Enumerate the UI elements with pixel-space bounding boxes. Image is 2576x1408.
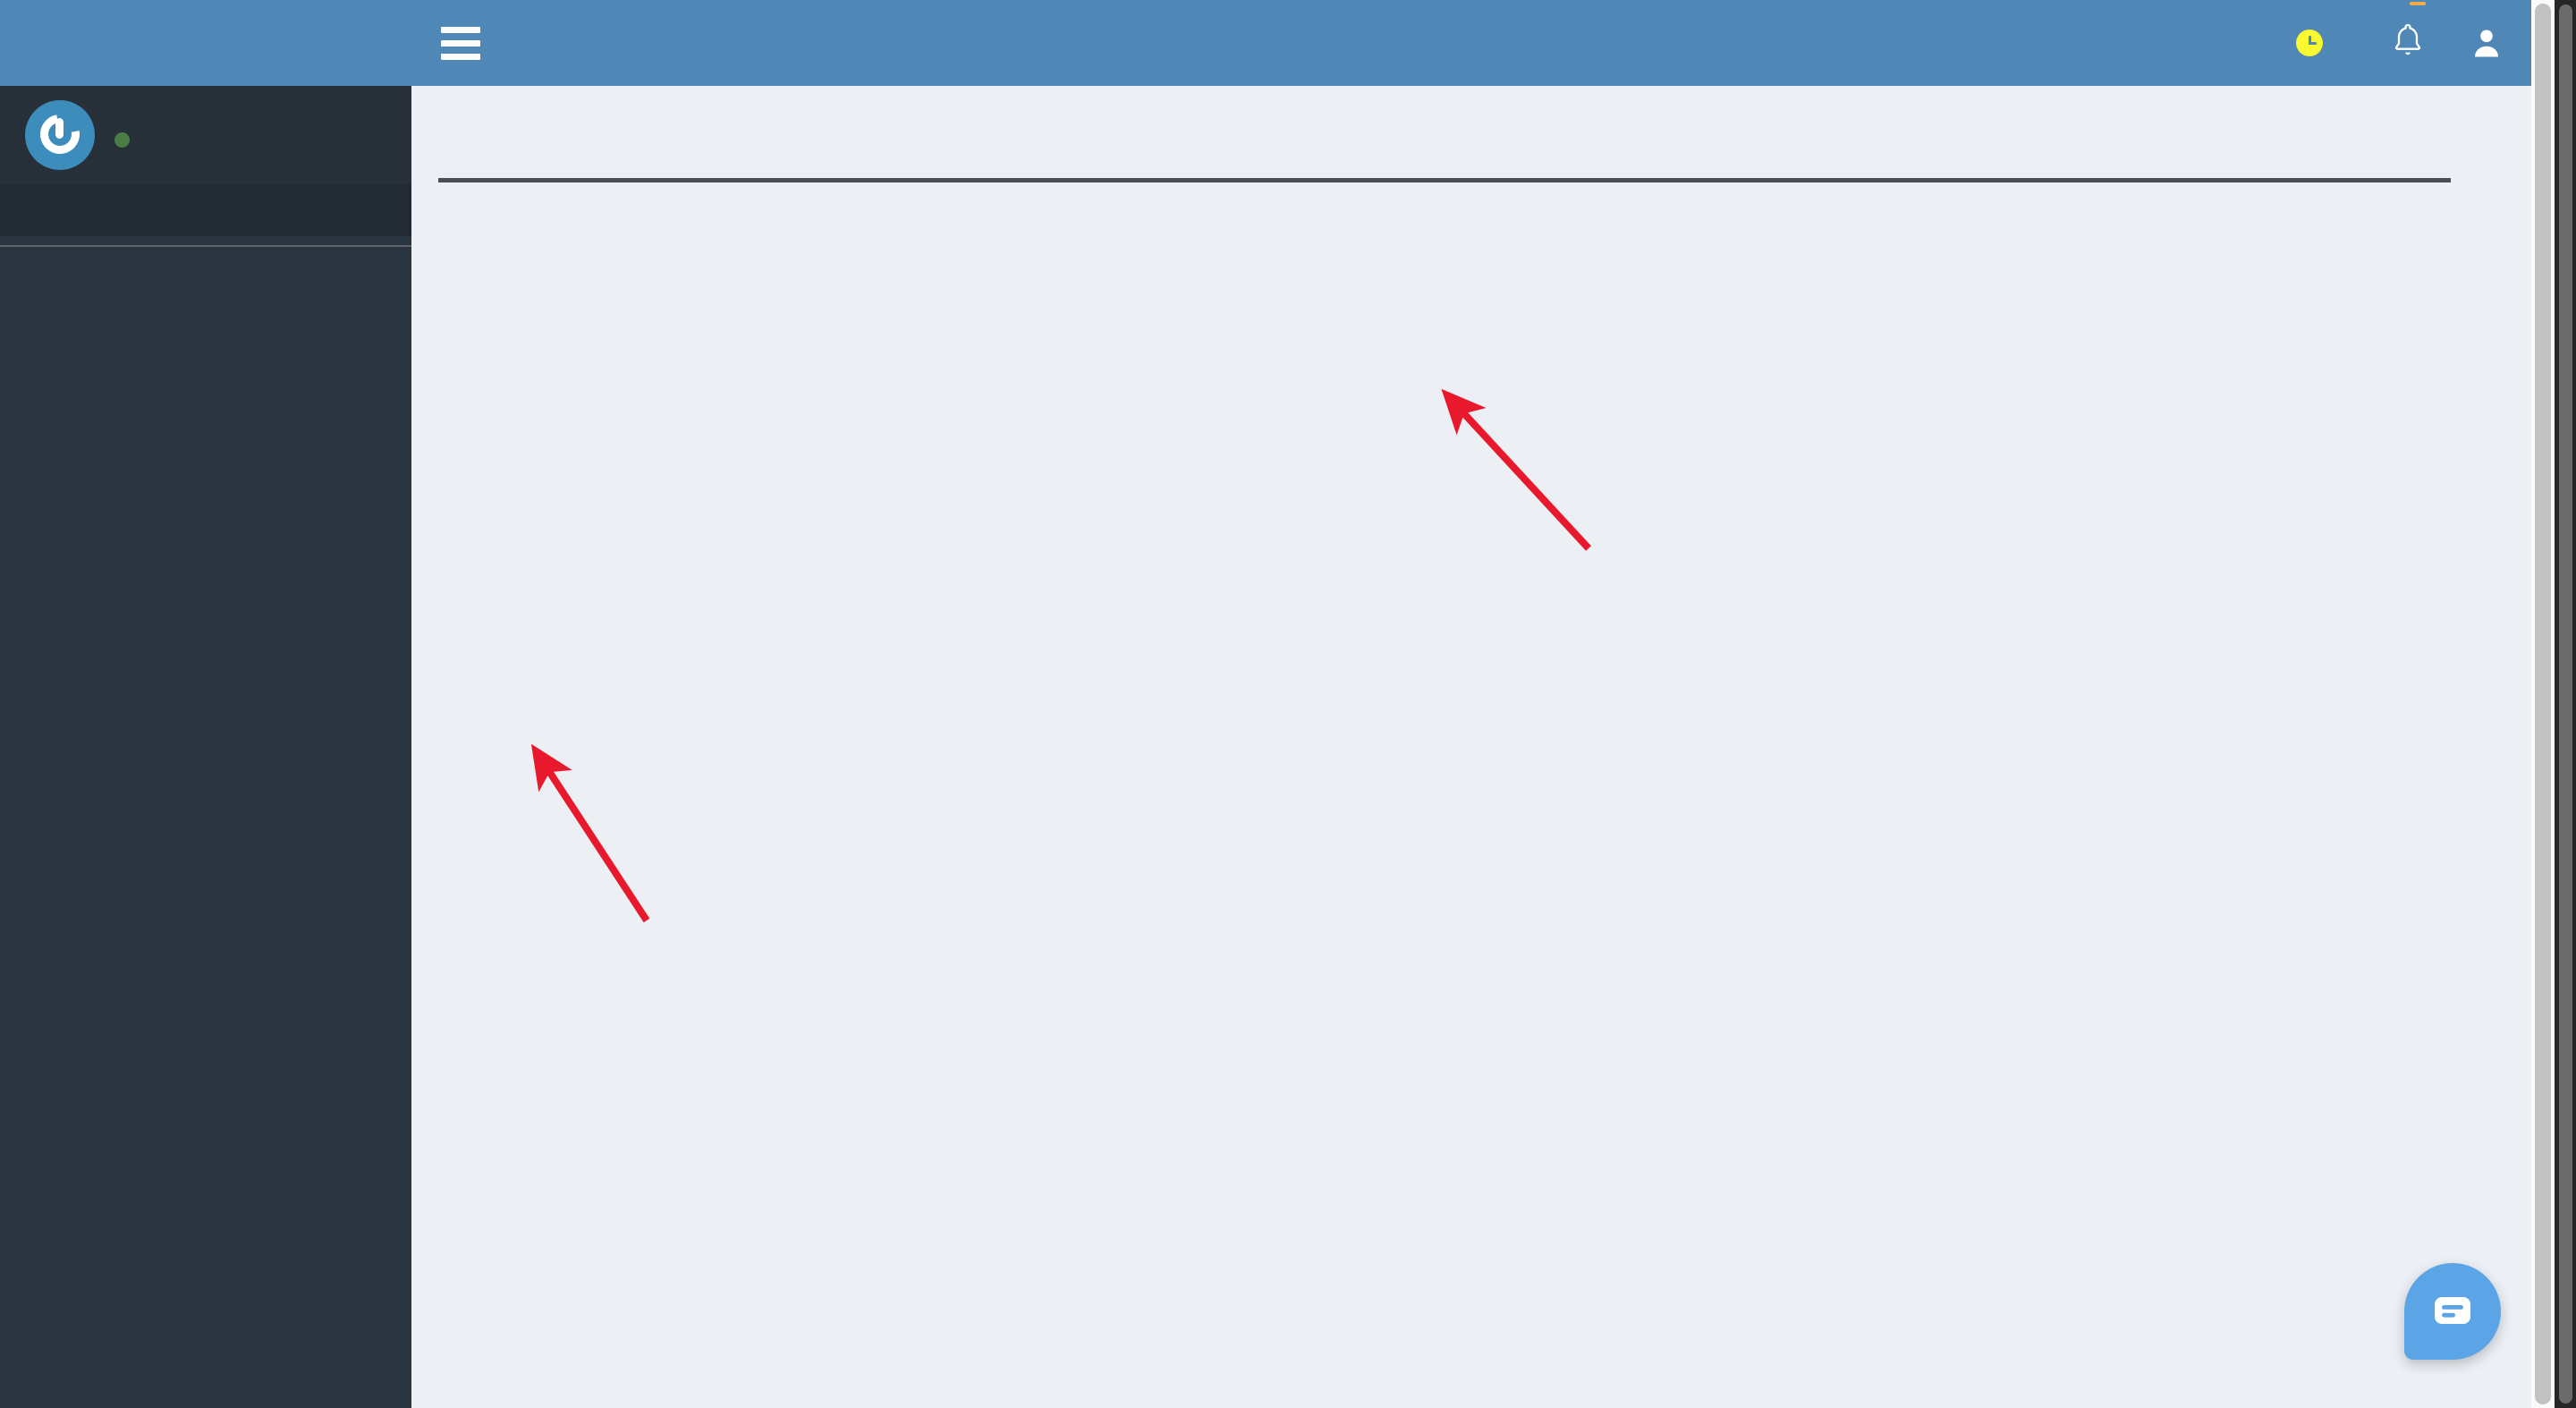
navbar-user-menu[interactable] bbox=[2472, 28, 2503, 58]
page-scrollbar-thumb[interactable] bbox=[2535, 4, 2551, 1404]
clock-icon bbox=[2296, 30, 2323, 56]
sidebar-user-panel[interactable] bbox=[0, 86, 411, 184]
page-title bbox=[438, 86, 2531, 123]
sidebar-user-status bbox=[114, 131, 141, 148]
chat-bubble-icon bbox=[2435, 1297, 2470, 1324]
notification-count-badge bbox=[2410, 1, 2426, 5]
timezone-warning[interactable] bbox=[2296, 30, 2334, 56]
bell-outline-icon bbox=[2394, 23, 2421, 55]
sidebar-divider bbox=[0, 245, 411, 247]
sidebar-user-meta bbox=[114, 123, 141, 148]
notifications-button[interactable] bbox=[2390, 1, 2426, 65]
chat-widget-button[interactable] bbox=[2404, 1263, 2501, 1360]
browser-scrollbar-thumb[interactable] bbox=[2559, 4, 2572, 1404]
brand-logo[interactable] bbox=[0, 0, 411, 86]
avatar bbox=[25, 100, 95, 170]
top-navbar bbox=[411, 0, 2531, 86]
sidebar-nav-bottom bbox=[0, 247, 411, 267]
navbar-right-group bbox=[2296, 1, 2503, 65]
sidebar bbox=[0, 0, 411, 1408]
nav-section-header bbox=[0, 184, 411, 236]
app-root bbox=[0, 0, 2576, 1408]
hamburger-icon[interactable] bbox=[441, 26, 480, 60]
main-content bbox=[411, 86, 2531, 1408]
user-icon bbox=[2472, 28, 2501, 58]
notification-settings-form bbox=[438, 182, 2531, 222]
online-status-dot bbox=[114, 131, 130, 148]
